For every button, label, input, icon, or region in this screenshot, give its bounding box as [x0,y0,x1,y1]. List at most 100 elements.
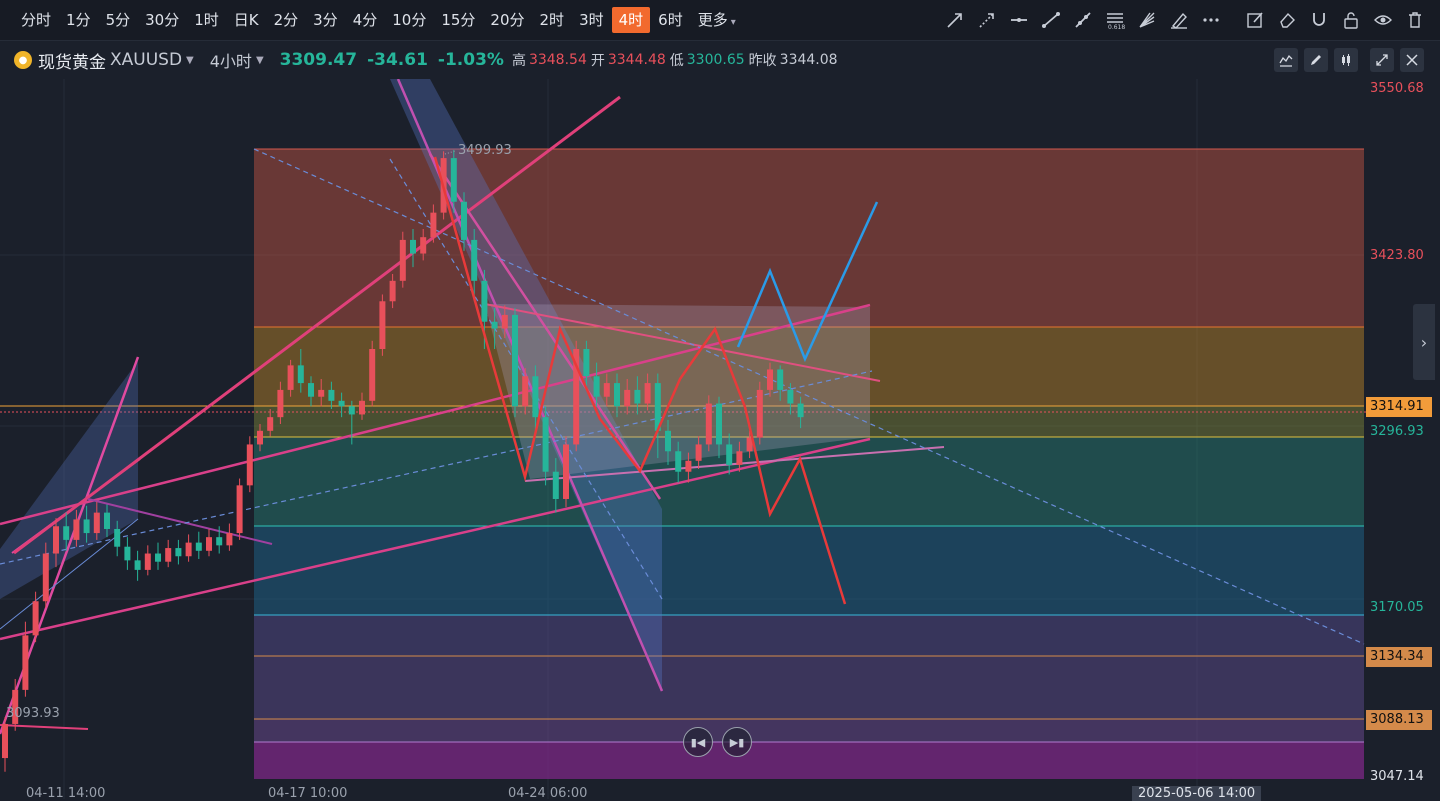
last-price: 3309.47 [279,50,358,70]
candle-body-58 [593,376,600,397]
eraser-icon[interactable] [1272,5,1302,35]
brush-icon[interactable] [1164,5,1194,35]
fib-band-7 [254,719,1364,742]
candle-body-5 [53,526,59,554]
open-label: 开 [590,53,605,69]
candle-body-13 [134,560,141,570]
timeframe-8[interactable]: 4分 [346,7,385,33]
period-selector[interactable]: 4小时 [210,48,252,72]
price-change: -34.61 [367,50,428,70]
timeframe-11[interactable]: 20分 [483,7,531,33]
candle-body-36 [369,348,376,401]
candle-body-4 [42,553,49,602]
timeframe-9[interactable]: 10分 [385,7,433,33]
candle-body-49 [501,314,508,329]
timeframe-5[interactable]: 日K [227,7,266,33]
timeframe-12[interactable]: 2时 [533,7,572,33]
prev-close-value: 3344.08 [779,52,838,68]
candle-body-77 [787,389,794,404]
fullscreen-icon[interactable] [1370,48,1394,72]
price-chart[interactable] [0,79,1440,799]
scroll-end-button[interactable]: ▶▮ [722,727,752,757]
timeframe-7[interactable]: 3分 [306,7,345,33]
more-dots-icon[interactable] [1196,5,1226,35]
timeframe-0[interactable]: 分时 [14,7,58,33]
symbol-infobar: ● 现货黄金 XAUUSD ▼ 4小时 ▼ 3309.47 -34.61 -1.… [0,41,1440,79]
candle-body-21 [216,537,223,546]
candle-body-14 [144,553,151,570]
expand-panel-button[interactable]: › [1413,304,1435,380]
timeframe-15[interactable]: 6时 [651,7,690,33]
timeframe-2[interactable]: 5分 [99,7,138,33]
timeframe-4[interactable]: 1时 [187,7,226,33]
low-value: 3300.65 [686,52,745,68]
candle-body-25 [257,430,263,445]
unlock-icon[interactable] [1336,5,1366,35]
candle-body-46 [471,239,478,281]
candle-body-61 [624,389,631,407]
low-marker-label: 3093.93 [6,706,60,721]
scroll-start-button[interactable]: ▮◀ [683,727,713,757]
candle-body-47 [481,280,488,322]
candle-body-15 [155,553,161,562]
trash-icon[interactable] [1400,5,1430,35]
arrow-line-icon[interactable] [940,5,970,35]
horizontal-line-icon[interactable] [1004,5,1034,35]
timeframe-1[interactable]: 1分 [59,7,98,33]
fib-band-3 [254,437,1364,526]
eye-icon[interactable] [1368,5,1398,35]
fib-band-6 [254,656,1364,719]
timeframe-13[interactable]: 3时 [572,7,611,33]
open-value: 3344.48 [607,52,666,68]
segment-line-icon[interactable] [1036,5,1066,35]
edit-icon[interactable] [1240,5,1270,35]
candle-body-55 [563,444,569,499]
timeframe-10[interactable]: 15分 [434,7,482,33]
period-dropdown-icon[interactable]: ▼ [256,55,264,66]
indicator-icon[interactable] [1274,48,1298,72]
fib-band-5 [254,615,1364,656]
candle-body-3 [32,601,39,636]
candle-body-52 [532,376,539,418]
candle-body-59 [603,383,610,397]
candle-body-18 [185,542,192,557]
gold-coin-icon: ● [14,51,32,69]
candle-body-40 [410,239,416,254]
candle-body-2 [22,635,29,690]
price-tag-1: 3134.34 [1366,647,1432,667]
timeframe-3[interactable]: 30分 [138,7,186,33]
fan-icon[interactable] [1132,5,1162,35]
trend-line-icon[interactable] [1068,5,1098,35]
axis-level-1: 3423.80 [1370,248,1424,263]
candle-body-63 [644,383,651,404]
candle-body-68 [695,444,702,461]
candle-body-7 [73,519,80,540]
draw-pen-icon[interactable] [1304,48,1328,72]
fibonacci-icon[interactable]: 0.618 [1100,5,1130,35]
candle-body-17 [175,548,182,557]
timeframe-6[interactable]: 2分 [267,7,306,33]
candle-body-75 [767,369,773,390]
dashed-ray-icon[interactable] [972,5,1002,35]
chart-controls [1268,48,1424,72]
magnet-icon[interactable] [1304,5,1334,35]
candle-body-66 [675,451,682,472]
candle-body-0 [2,723,8,759]
candle-body-16 [165,548,172,562]
high-value: 3348.54 [528,52,587,68]
candle-type-icon[interactable] [1334,48,1358,72]
candle-body-78 [797,403,804,418]
candle-body-6 [63,526,70,540]
close-icon[interactable] [1400,48,1424,72]
candle-body-39 [399,239,406,281]
symbol-code[interactable]: XAUUSD [110,50,182,70]
candle-body-45 [461,201,467,240]
symbol-name[interactable]: 现货黄金 [38,48,106,73]
candle-body-51 [522,376,529,407]
timeframe-16[interactable]: 更多 [691,7,743,33]
candle-body-70 [716,403,722,445]
drawing-tools: 0.618 [938,0,1430,40]
fib-band-4 [254,526,1364,615]
symbol-dropdown-icon[interactable]: ▼ [186,55,194,66]
timeframe-14[interactable]: 4时 [611,7,651,33]
